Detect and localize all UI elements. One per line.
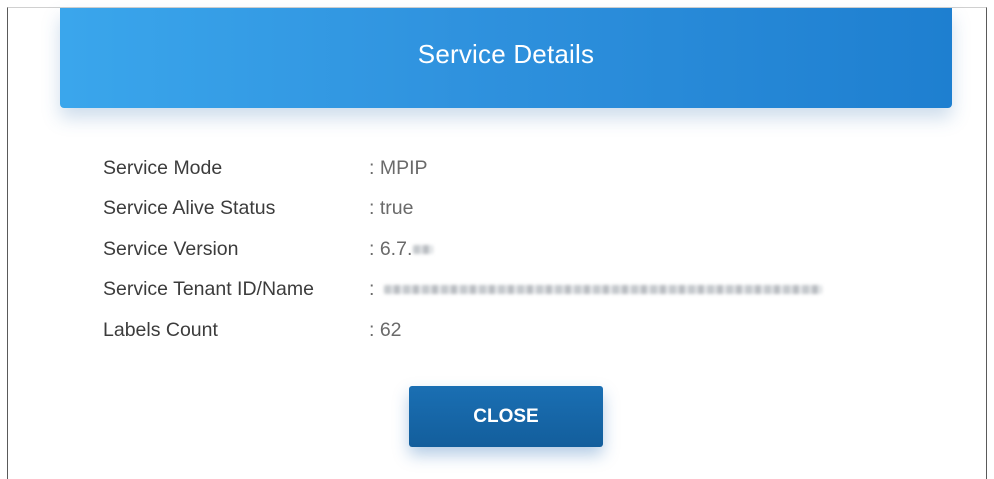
service-mode-value: : MPIP [369, 157, 428, 180]
service-version-value-text: : 6.7. [369, 237, 413, 260]
redacted-tenant-blur [384, 285, 823, 295]
tenant-label: Service Tenant ID/Name [103, 278, 314, 301]
service-version-value: : 6.7. [369, 237, 434, 261]
dialog-title: Service Details [417, 38, 595, 69]
dialog-header: Service Details [60, 8, 952, 108]
details-list: Service Mode : MPIP Service Alive Status… [103, 148, 923, 351]
alive-status-value: : true [369, 197, 413, 220]
close-button[interactable]: CLOSE [409, 386, 603, 447]
tenant-value: : [369, 278, 823, 301]
detail-row-labels-count: Labels Count : 62 [103, 310, 923, 351]
detail-row-service-mode: Service Mode : MPIP [103, 148, 923, 189]
service-details-dialog: Service Details Service Mode : MPIP Serv… [7, 7, 987, 479]
redacted-version-blur [413, 244, 434, 254]
service-mode-label: Service Mode [103, 156, 223, 179]
labels-count-value: : 62 [369, 319, 402, 342]
tenant-value-text: : [369, 278, 375, 301]
alive-status-value-text: : true [369, 197, 414, 220]
service-version-label: Service Version [103, 237, 239, 260]
labels-count-value-text: : 62 [369, 318, 402, 341]
detail-row-tenant: Service Tenant ID/Name : [103, 270, 923, 311]
alive-status-label: Service Alive Status [103, 197, 276, 220]
service-mode-value-text: : MPIP [369, 156, 428, 179]
labels-count-label: Labels Count [103, 318, 218, 341]
detail-row-alive-status: Service Alive Status : true [103, 189, 923, 230]
detail-row-service-version: Service Version : 6.7. [103, 229, 923, 270]
